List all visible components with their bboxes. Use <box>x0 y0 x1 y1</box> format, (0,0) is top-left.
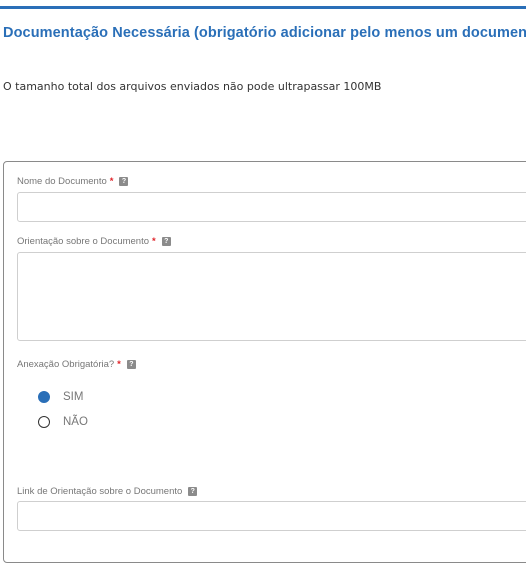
radio-label-nao: NÃO <box>63 416 88 428</box>
required-mark: * <box>152 236 156 247</box>
radio-option-nao[interactable]: NÃO <box>38 416 88 428</box>
radio-label-sim: SIM <box>63 391 84 403</box>
document-guidance-label-text: Orientação sobre o Documento <box>17 236 150 247</box>
top-accent-rule <box>0 6 526 9</box>
required-mark: * <box>117 359 121 370</box>
guidance-link-label: Link de Orientação sobre o Documento ? <box>17 486 198 497</box>
radio-checked-icon[interactable] <box>38 391 50 403</box>
help-icon[interactable]: ? <box>119 177 129 186</box>
guidance-link-label-text: Link de Orientação sobre o Documento <box>17 486 183 497</box>
document-form-card: Nome do Documento * ? Orientação sobre o… <box>3 161 526 563</box>
mandatory-attachment-label: Anexação Obrigatória? * ? <box>17 359 136 370</box>
help-icon[interactable]: ? <box>188 487 198 496</box>
file-size-note: O tamanho total dos arquivos enviados nã… <box>3 80 382 93</box>
radio-unchecked-icon[interactable] <box>38 416 50 428</box>
document-guidance-textarea[interactable] <box>17 252 526 341</box>
guidance-link-input[interactable] <box>17 501 526 531</box>
document-name-label: Nome do Documento * ? <box>17 176 129 187</box>
section-title: Documentação Necessária (obrigatório adi… <box>3 25 526 41</box>
document-guidance-label: Orientação sobre o Documento * ? <box>17 236 171 247</box>
document-name-label-text: Nome do Documento <box>17 176 107 187</box>
required-mark: * <box>109 176 114 187</box>
radio-option-sim[interactable]: SIM <box>38 391 83 403</box>
document-name-input[interactable] <box>17 192 526 222</box>
mandatory-attachment-label-text: Anexação Obrigatória? <box>17 359 115 370</box>
help-icon[interactable]: ? <box>126 360 136 369</box>
help-icon[interactable]: ? <box>161 237 171 246</box>
